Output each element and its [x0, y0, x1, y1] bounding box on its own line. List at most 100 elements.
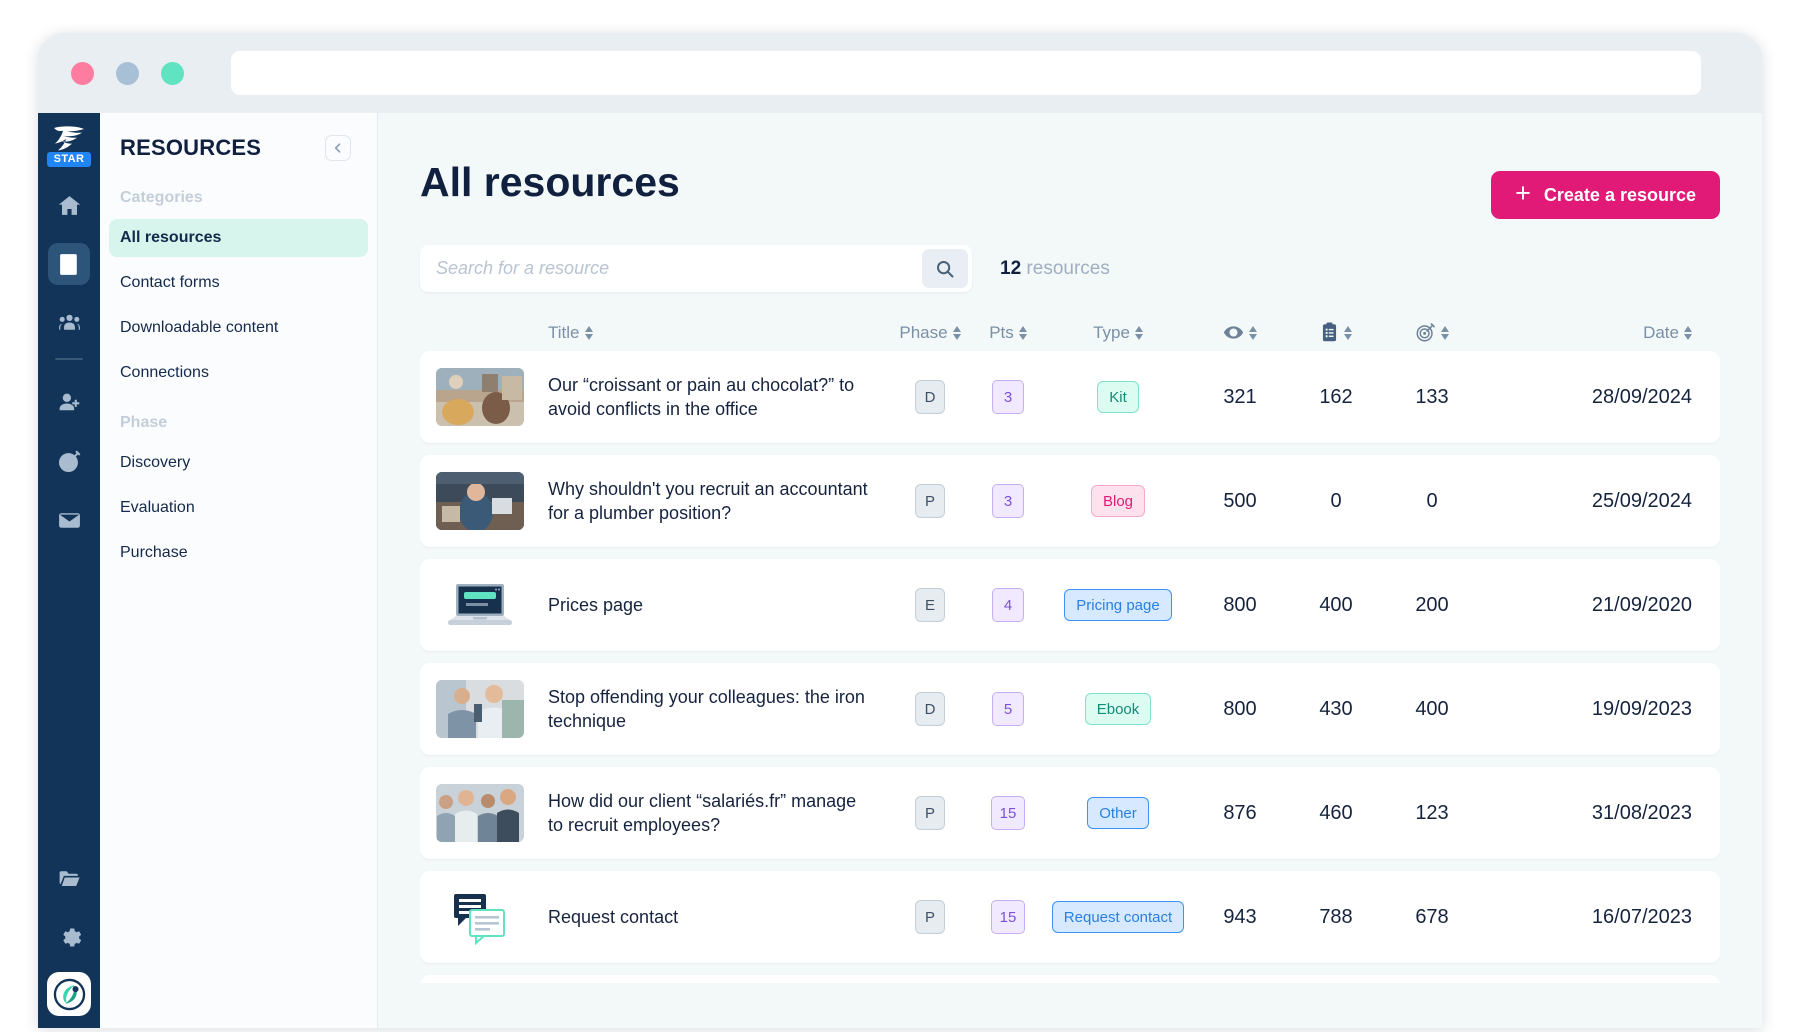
collapse-sidebar-button[interactable]: [325, 135, 351, 161]
row-goals: 200: [1415, 594, 1448, 617]
create-resource-button[interactable]: + Create a resource: [1491, 171, 1720, 219]
sort-icon-views[interactable]: [1249, 326, 1257, 340]
th-views[interactable]: [1192, 322, 1288, 343]
sort-icon-title[interactable]: [585, 326, 593, 340]
th-submissions[interactable]: [1288, 322, 1384, 343]
illustration-chat-bubbles: [436, 888, 524, 946]
row-views: 943: [1223, 906, 1256, 929]
row-type-badge: Blog: [1091, 485, 1145, 517]
row-views: 876: [1223, 802, 1256, 825]
table-header-row: Title Phase Pts: [420, 322, 1720, 343]
rail-item-resources[interactable]: [48, 243, 90, 285]
sidebar-item-connections[interactable]: Connections: [109, 354, 368, 392]
sort-icon-date[interactable]: [1684, 326, 1692, 340]
address-bar[interactable]: [231, 51, 1701, 95]
user-avatar[interactable]: [47, 972, 91, 1016]
resource-count: 12 resources: [1000, 258, 1110, 280]
row-pts-badge: 3: [992, 380, 1024, 414]
rail-item-settings[interactable]: [48, 916, 90, 958]
rail-item-add-person[interactable]: [48, 381, 90, 423]
maximize-window-button[interactable]: [161, 62, 184, 85]
page-title: All resources: [420, 159, 680, 206]
person-add-icon: [57, 390, 82, 415]
sidebar-item-purchase[interactable]: Purchase: [109, 534, 368, 572]
th-phase[interactable]: Phase: [888, 323, 972, 343]
table-row[interactable]: [420, 975, 1720, 983]
search-input[interactable]: [420, 245, 922, 292]
rail-item-messages[interactable]: [48, 499, 90, 541]
close-window-button[interactable]: [71, 62, 94, 85]
sidebar-group-label-categories: Categories: [100, 189, 377, 207]
folder-icon: [57, 866, 82, 891]
document-icon: [57, 252, 82, 277]
th-title-label: Title: [548, 323, 580, 343]
photo-colleagues-shirts: [436, 680, 524, 738]
sort-icon-pts[interactable]: [1019, 326, 1027, 340]
plus-icon: +: [1515, 180, 1531, 207]
tornado-logo-icon: [52, 125, 86, 151]
row-date: 19/09/2023: [1592, 698, 1692, 721]
search-button[interactable]: [922, 249, 968, 288]
rail-item-campaigns[interactable]: [48, 440, 90, 482]
th-pts[interactable]: Pts: [972, 323, 1044, 343]
rail-item-contacts[interactable]: [48, 302, 90, 344]
row-title: Our “croissant or pain au chocolat?” to …: [548, 373, 888, 422]
row-views: 800: [1223, 594, 1256, 617]
row-title: Request contact: [548, 905, 888, 929]
sort-icon-submissions[interactable]: [1344, 326, 1352, 340]
row-type-badge: Pricing page: [1064, 589, 1171, 621]
sort-icon-goals[interactable]: [1441, 326, 1449, 340]
sidebar-item-discovery[interactable]: Discovery: [109, 444, 368, 482]
row-submissions: 788: [1319, 906, 1352, 929]
row-type-badge: Kit: [1097, 381, 1139, 413]
star-badge: STAR: [47, 152, 92, 167]
row-phase-badge: D: [915, 380, 946, 414]
table-row[interactable]: Request contact P 15 Request contact 943…: [420, 871, 1720, 963]
photo-crowd-people: [436, 784, 524, 842]
th-date[interactable]: Date: [1480, 323, 1704, 343]
rail-item-files[interactable]: [48, 857, 90, 899]
th-type[interactable]: Type: [1044, 323, 1192, 343]
chevron-left-icon: [332, 142, 344, 154]
row-pts-badge: 15: [991, 796, 1026, 830]
illustration-laptop: [436, 576, 524, 634]
home-icon: [57, 193, 82, 218]
table-row[interactable]: Our “croissant or pain au chocolat?” to …: [420, 351, 1720, 443]
row-title: Why shouldn't you recruit an accountant …: [548, 477, 888, 526]
row-pts-badge: 4: [992, 588, 1024, 622]
th-type-label: Type: [1093, 323, 1130, 343]
brand-logo[interactable]: STAR: [47, 125, 92, 167]
sidebar-item-all-resources[interactable]: All resources: [109, 219, 368, 257]
sidebar-item-contact-forms[interactable]: Contact forms: [109, 264, 368, 302]
sidebar-item-evaluation[interactable]: Evaluation: [109, 489, 368, 527]
row-date: 25/09/2024: [1592, 490, 1692, 513]
sidebar-item-downloadable-content[interactable]: Downloadable content: [109, 309, 368, 347]
th-title[interactable]: Title: [548, 323, 888, 343]
row-date: 31/08/2023: [1592, 802, 1692, 825]
rail-item-home[interactable]: [48, 184, 90, 226]
table-row[interactable]: Why shouldn't you recruit an accountant …: [420, 455, 1720, 547]
th-date-label: Date: [1643, 323, 1679, 343]
create-resource-label: Create a resource: [1544, 185, 1696, 206]
row-type-badge: Other: [1087, 797, 1149, 829]
sort-icon-type[interactable]: [1135, 326, 1143, 340]
table-row[interactable]: Stop offending your colleagues: the iron…: [420, 663, 1720, 755]
row-thumbnail: [436, 472, 524, 530]
row-title: Stop offending your colleagues: the iron…: [548, 685, 888, 734]
photo-accountant-desk: [436, 472, 524, 530]
window-titlebar: [38, 33, 1762, 113]
sidebar-group-label-phase: Phase: [100, 414, 377, 432]
th-phase-label: Phase: [899, 323, 947, 343]
minimize-window-button[interactable]: [116, 62, 139, 85]
sidebar-header: RESOURCES: [100, 135, 377, 161]
row-submissions: 400: [1319, 594, 1352, 617]
sort-icon-phase[interactable]: [953, 326, 961, 340]
table-body: Our “croissant or pain au chocolat?” to …: [420, 343, 1720, 983]
row-thumbnail: [436, 888, 524, 946]
th-goals[interactable]: [1384, 322, 1480, 343]
search-row: 12 resources: [420, 245, 1720, 292]
table-row[interactable]: Prices page E 4 Pricing page 800 400 200…: [420, 559, 1720, 651]
row-type-badge: Request contact: [1052, 901, 1184, 933]
table-row[interactable]: How did our client “salariés.fr” manage …: [420, 767, 1720, 859]
window-body: STAR: [38, 113, 1762, 1028]
